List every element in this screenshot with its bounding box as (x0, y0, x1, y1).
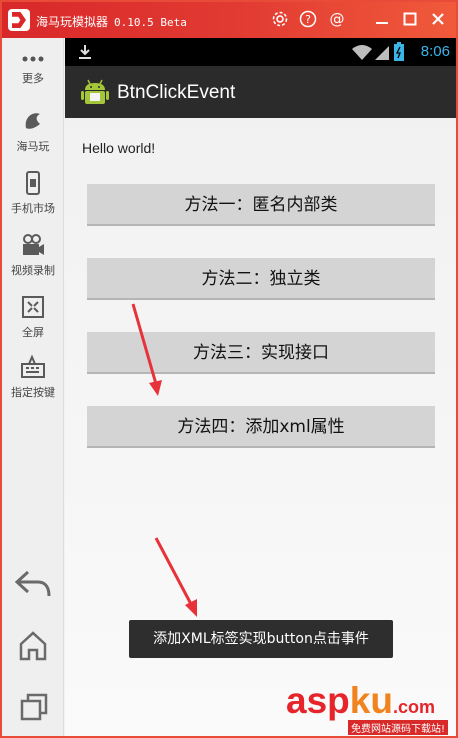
hello-text: Hello world! (82, 140, 156, 156)
close-icon[interactable] (428, 10, 448, 30)
maximize-icon[interactable] (400, 10, 420, 30)
phone-market-icon (26, 171, 40, 195)
recent-apps-icon[interactable] (19, 692, 49, 722)
sidebar-item-label: 全屏 (22, 326, 44, 339)
video-record-icon (23, 234, 44, 255)
battery-icon (394, 42, 404, 61)
minimize-icon[interactable] (372, 10, 392, 30)
method-three-button[interactable]: 方法三：实现接口 (87, 332, 435, 374)
help-icon[interactable]: ? (298, 10, 318, 30)
emulator-sidebar: 更多 海马玩 手机市场 视频录制 全屏 指定按键 (2, 38, 64, 736)
android-screen[interactable]: 8:06 BtnClickEvent Hello world! 方法一：匿名内部… (65, 38, 456, 736)
window-version: 0.10.5 Beta (114, 16, 187, 29)
sidebar-item-more[interactable]: 更多 (2, 52, 64, 86)
method-one-button[interactable]: 方法一：匿名内部类 (87, 184, 435, 226)
window-title-text: 海马玩模拟器 (36, 15, 109, 29)
action-bar: BtnClickEvent (65, 66, 456, 118)
toast-message: 添加XML标签实现button点击事件 (129, 620, 393, 658)
sidebar-item-label: 手机市场 (11, 202, 55, 215)
android-icon (81, 79, 109, 104)
watermark-subtitle: 免费网站源码下载站! (348, 720, 449, 735)
fullscreen-icon (22, 296, 44, 318)
window-title: 海马玩模拟器 0.10.5 Beta (36, 13, 187, 30)
back-icon[interactable] (14, 568, 52, 600)
sidebar-item-fullscreen[interactable]: 全屏 (2, 294, 64, 340)
sidebar-item-video[interactable]: 视频录制 (2, 232, 64, 278)
home-icon[interactable] (18, 630, 48, 662)
sidebar-item-label: 视频录制 (11, 264, 55, 277)
method-four-button[interactable]: 方法四：添加xml属性 (87, 406, 435, 448)
signal-icon (375, 46, 389, 60)
app-title: BtnClickEvent (117, 82, 236, 103)
haima-logo-icon (25, 113, 40, 129)
sidebar-item-keymap[interactable]: 指定按键 (2, 354, 64, 400)
sidebar-item-label: 更多 (22, 72, 44, 85)
svg-text:@: @ (330, 10, 345, 28)
site-watermark: aspku.com (286, 680, 435, 721)
status-clock: 8:06 (420, 43, 450, 60)
status-bar: 8:06 (65, 38, 456, 66)
keymap-icon (21, 354, 45, 378)
wifi-icon (352, 45, 372, 60)
sidebar-item-label: 海马玩 (16, 140, 50, 153)
account-icon[interactable]: @ (327, 10, 347, 30)
svg-text:?: ? (305, 13, 311, 26)
sidebar-item-label: 指定按键 (11, 386, 55, 399)
download-icon (79, 45, 91, 59)
emulator-logo-icon (8, 9, 30, 31)
window-titlebar[interactable]: 海马玩模拟器 0.10.5 Beta ? @ (2, 2, 456, 38)
settings-icon[interactable] (270, 10, 290, 30)
method-two-button[interactable]: 方法二：独立类 (87, 258, 435, 300)
sidebar-item-haima[interactable]: 海马玩 (2, 108, 64, 154)
more-dots-icon (22, 56, 44, 62)
emulator-window: 海马玩模拟器 0.10.5 Beta ? @ 更多 海马玩 手机市场 视频录制 … (0, 0, 458, 738)
sidebar-item-market[interactable]: 手机市场 (2, 170, 64, 216)
